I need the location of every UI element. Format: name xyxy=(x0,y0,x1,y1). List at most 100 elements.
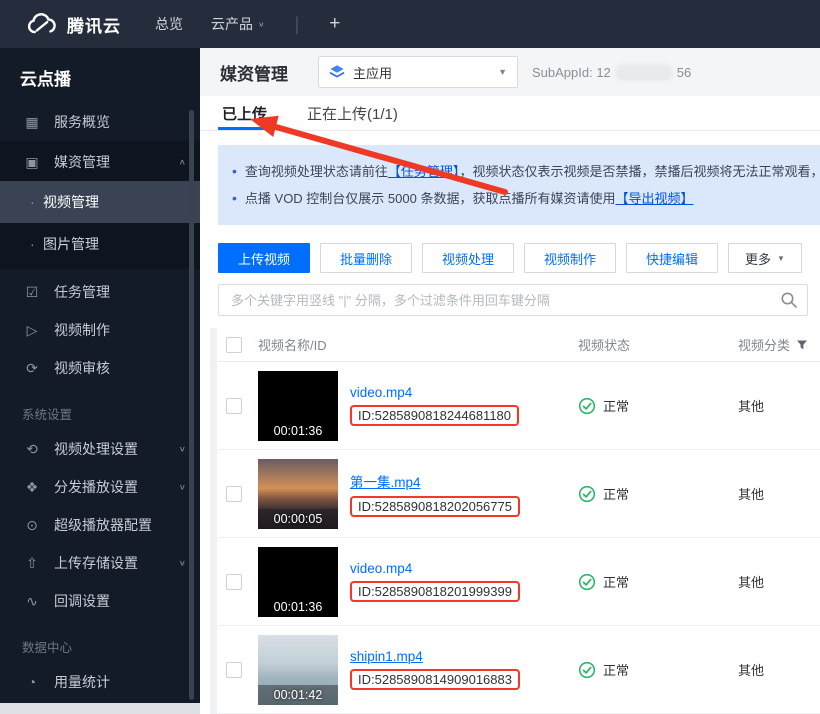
video-thumbnail[interactable]: 00:01:36 xyxy=(258,547,338,617)
bullet-icon: • xyxy=(232,190,237,206)
sidebar-item-media-management[interactable]: ▣ 媒资管理 ∧ xyxy=(0,143,200,181)
video-name-link[interactable]: video.mp4 xyxy=(350,561,412,576)
search-icon[interactable] xyxy=(780,291,798,309)
status-cell: 正常 xyxy=(578,660,738,679)
task-management-link[interactable]: 【任务管理】 xyxy=(388,164,460,179)
video-table: 视频名称/ID 视频状态 视频分类 00:01:36 xyxy=(218,328,820,714)
video-duration: 00:00:05 xyxy=(258,509,338,529)
video-name-link[interactable]: 第一集.mp4 xyxy=(350,471,421,491)
sidebar-item-superplayer-config[interactable]: ⊙ 超级播放器配置 xyxy=(0,506,200,544)
video-name-link[interactable]: shipin1.mp4 xyxy=(350,649,423,664)
select-all-checkbox[interactable] xyxy=(226,337,242,353)
sidebar-item-video-moderation[interactable]: ⟳ 视频审核 xyxy=(0,349,200,387)
video-duration: 00:01:36 xyxy=(258,597,338,617)
video-id-red-annotation: ID:5285890814909016883 xyxy=(350,669,520,690)
pie-chart-icon: ◔ xyxy=(22,674,42,690)
row-checkbox[interactable] xyxy=(226,574,242,590)
sidebar-item-image-management[interactable]: · 图片管理 xyxy=(0,223,200,265)
add-tab-button[interactable]: + xyxy=(329,13,340,35)
sidebar-scrollbar[interactable] xyxy=(189,110,194,700)
quick-edit-button[interactable]: 快捷编辑 xyxy=(626,243,718,273)
task-check-icon: ☑ xyxy=(22,284,42,301)
sidebar-item-task-management[interactable]: ☑ 任务管理 xyxy=(0,273,200,311)
status-ok-icon xyxy=(578,661,596,679)
chevron-down-icon: ∨ xyxy=(179,445,186,454)
video-duration: 00:01:36 xyxy=(258,421,338,441)
col-name-id: 视频名称/ID xyxy=(258,335,578,354)
sidebar-item-usage-statistics[interactable]: ◔ 用量统计 xyxy=(0,663,200,701)
export-video-link[interactable]: 【导出视频】 xyxy=(615,191,693,206)
sidebar-item-video-production[interactable]: ▷ 视频制作 xyxy=(0,311,200,349)
tab-bar: 已上传 正在上传(1/1) xyxy=(200,96,820,131)
row-checkbox[interactable] xyxy=(226,662,242,678)
more-button[interactable]: 更多 ▼ xyxy=(728,243,802,273)
status-ok-icon xyxy=(578,573,596,591)
layers-icon xyxy=(329,64,345,80)
media-icon: ▣ xyxy=(22,154,42,171)
status-text: 正常 xyxy=(603,484,629,503)
name-id-cell: video.mp4 ID:5285890818201999399 xyxy=(350,561,578,602)
topbar-divider: | xyxy=(295,14,300,35)
category-cell: 其他 xyxy=(738,572,820,591)
sidebar-item-upload-storage-settings[interactable]: ⇧ 上传存储设置 ∨ xyxy=(0,544,200,582)
batch-delete-button[interactable]: 批量删除 xyxy=(320,243,412,273)
filter-funnel-icon[interactable] xyxy=(796,339,808,351)
name-id-cell: 第一集.mp4 ID:5285890818202056775 xyxy=(350,471,578,517)
grid-icon: ▦ xyxy=(22,114,42,131)
tencent-cloud-logo[interactable]: 腾讯云 xyxy=(26,12,121,37)
status-text: 正常 xyxy=(603,396,629,415)
video-thumbnail[interactable]: 00:00:05 xyxy=(258,459,338,529)
topbar: 腾讯云 总览 云产品 ∨ | + xyxy=(0,0,820,48)
caret-down-icon: ▼ xyxy=(777,254,785,263)
video-id: ID:5285890818202056775 xyxy=(358,499,512,514)
callback-icon: ∿ xyxy=(22,593,42,610)
bullet-dot: · xyxy=(30,194,43,210)
row-checkbox[interactable] xyxy=(226,398,242,414)
notice-line: •查询视频处理状态请前往【任务管理】，视频状态仅表示视频是否禁播，禁播后视频将无… xyxy=(232,158,820,185)
product-title: 云点播 xyxy=(0,48,200,103)
name-id-cell: video.mp4 ID:5285890818244681180 xyxy=(350,385,578,426)
upload-video-button[interactable]: 上传视频 xyxy=(218,243,310,273)
table-row: 00:01:36 video.mp4 ID:528589081820199939… xyxy=(218,538,820,626)
video-id: ID:5285890814909016883 xyxy=(358,672,512,687)
video-name-link[interactable]: video.mp4 xyxy=(350,385,412,400)
tab-uploaded[interactable]: 已上传 xyxy=(222,96,267,130)
sidebar-item-distribution-settings[interactable]: ❖ 分发播放设置 ∨ xyxy=(0,468,200,506)
table-row: 00:01:36 video.mp4 ID:528589081824468118… xyxy=(218,362,820,450)
player-icon: ⊙ xyxy=(22,517,42,534)
play-icon: ▷ xyxy=(22,322,42,339)
status-cell: 正常 xyxy=(578,572,738,591)
video-id-red-annotation: ID:5285890818202056775 xyxy=(350,496,520,517)
video-duration: 00:01:42 xyxy=(258,685,338,705)
video-process-button[interactable]: 视频处理 xyxy=(422,243,514,273)
status-cell: 正常 xyxy=(578,396,738,415)
video-id-red-annotation: ID:5285890818244681180 xyxy=(350,405,519,426)
status-text: 正常 xyxy=(603,660,629,679)
sidebar-item-video-management[interactable]: · 视频管理 xyxy=(0,181,200,223)
nav-cloud-products[interactable]: 云产品 ∨ xyxy=(211,14,265,34)
sidebar-item-callback-settings[interactable]: ∿ 回调设置 xyxy=(0,582,200,620)
sidebar-item-video-processing-settings[interactable]: ⟲ 视频处理设置 ∨ xyxy=(0,430,200,468)
sidebar-item-service-overview[interactable]: ▦ 服务概览 xyxy=(0,103,200,141)
video-id-red-annotation: ID:5285890818201999399 xyxy=(350,581,520,602)
table-row: 00:00:05 第一集.mp4 ID:5285890818202056775 xyxy=(218,450,820,538)
sidebar-section-system-settings: 系统设置 xyxy=(0,387,200,430)
video-produce-button[interactable]: 视频制作 xyxy=(524,243,616,273)
video-thumbnail[interactable]: 00:01:36 xyxy=(258,371,338,441)
chevron-down-icon: ∨ xyxy=(179,559,186,568)
subappid-label: SubAppId: 12 56 xyxy=(532,64,691,81)
row-checkbox[interactable] xyxy=(226,486,242,502)
tab-uploading[interactable]: 正在上传(1/1) xyxy=(307,96,398,130)
status-ok-icon xyxy=(578,397,596,415)
page-header: 媒资管理 主应用 ▼ SubAppId: 12 56 xyxy=(200,48,820,96)
search-input[interactable] xyxy=(218,284,808,316)
video-id: ID:5285890818201999399 xyxy=(358,584,512,599)
chevron-down-icon: ∨ xyxy=(258,20,265,28)
category-cell: 其他 xyxy=(738,396,820,415)
video-thumbnail[interactable]: 00:01:42 xyxy=(258,635,338,705)
col-status: 视频状态 xyxy=(578,335,738,354)
notice-box: •查询视频处理状态请前往【任务管理】，视频状态仅表示视频是否禁播，禁播后视频将无… xyxy=(218,145,820,225)
col-category: 视频分类 xyxy=(738,335,820,354)
app-selector-dropdown[interactable]: 主应用 ▼ xyxy=(318,56,518,88)
nav-overview[interactable]: 总览 xyxy=(155,14,183,34)
